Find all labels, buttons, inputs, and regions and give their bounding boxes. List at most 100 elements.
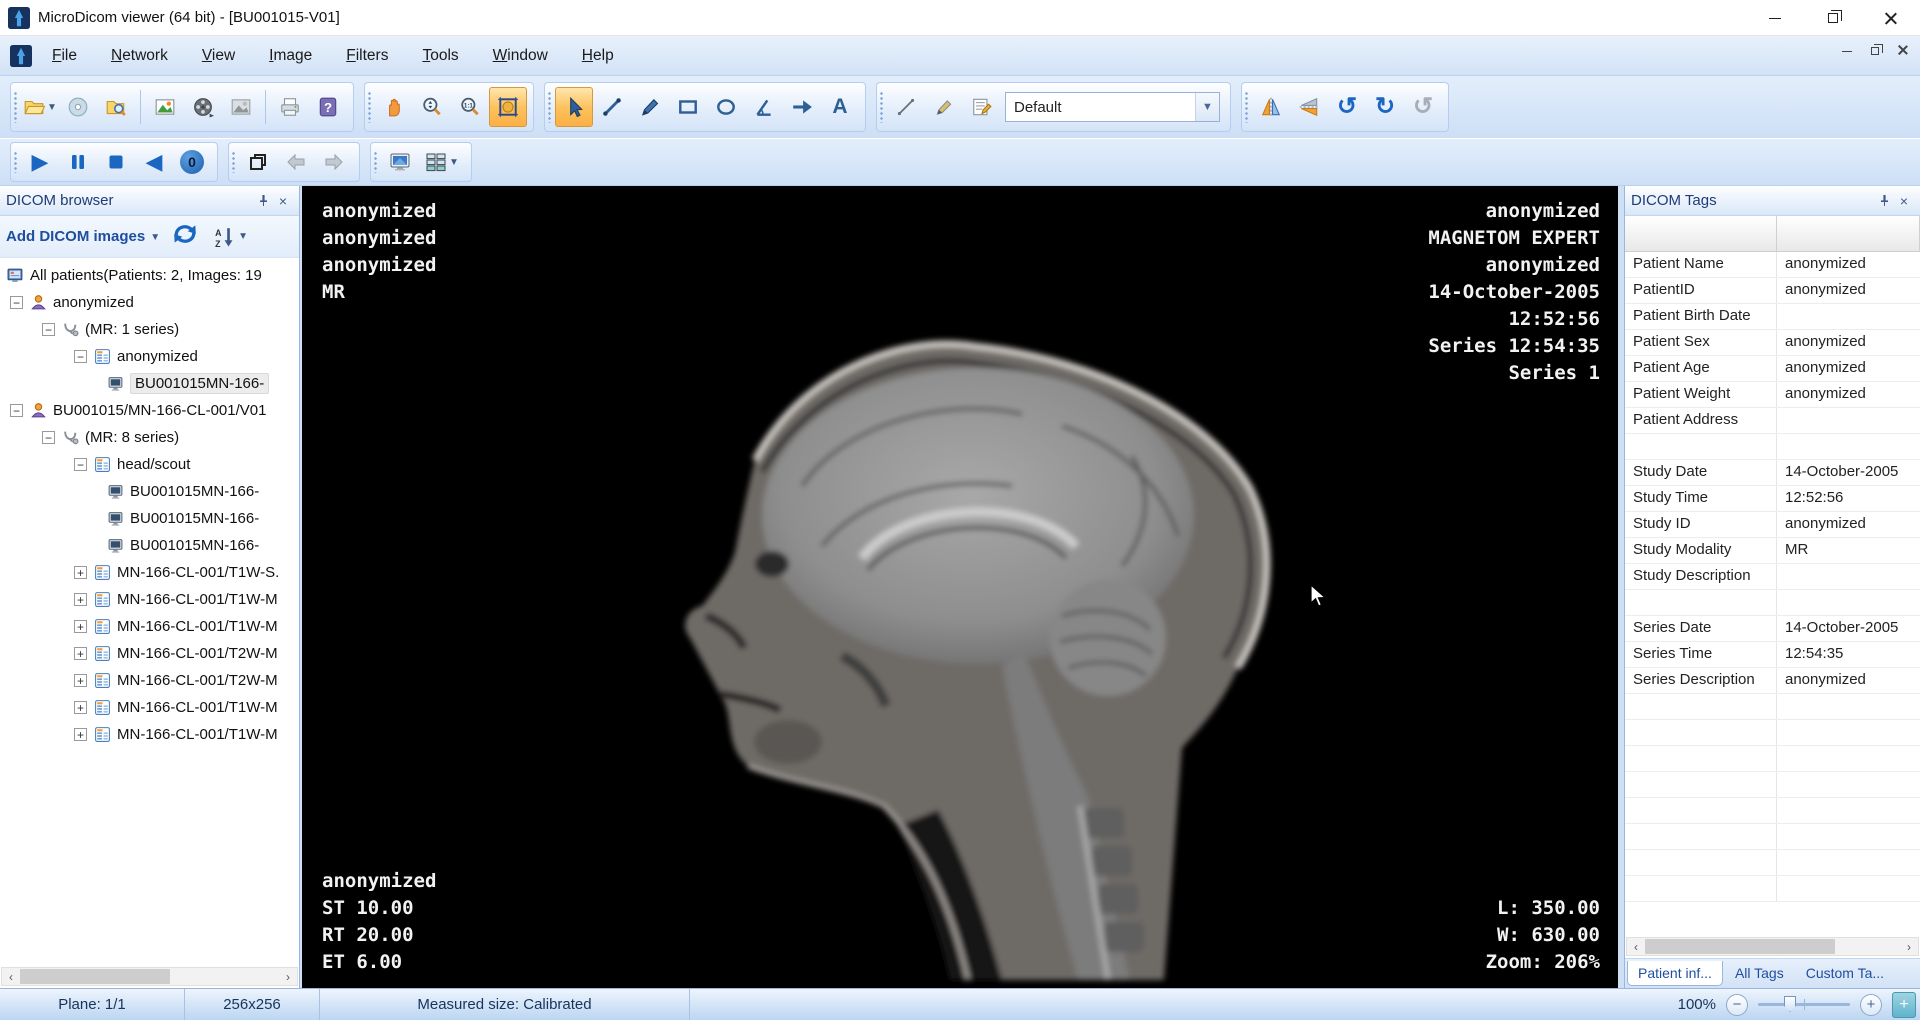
wl-preset-combobox[interactable]: Default ▼: [1005, 92, 1220, 122]
pin-button[interactable]: [1874, 191, 1894, 211]
tree-item-study[interactable]: (MR: 8 series): [0, 424, 299, 451]
tab-custom-tags[interactable]: Custom Ta...: [1796, 961, 1894, 985]
tree-item-series[interactable]: MN-166-CL-001/T2W-M: [0, 640, 299, 667]
tag-row[interactable]: Patient Birth Date: [1625, 304, 1920, 330]
scrollbar-thumb[interactable]: [20, 969, 170, 984]
collapse-icon[interactable]: [10, 296, 23, 309]
zoom-out-button[interactable]: −: [1726, 994, 1748, 1016]
tree-item-series[interactable]: anonymized: [0, 343, 299, 370]
pin-button[interactable]: [253, 191, 273, 211]
rotate-left-button[interactable]: ↺: [1328, 87, 1366, 127]
expand-icon[interactable]: [74, 647, 87, 660]
tag-row[interactable]: Patient Sexanonymized: [1625, 330, 1920, 356]
help-button[interactable]: ?: [309, 87, 347, 127]
menu-image[interactable]: Image: [255, 41, 326, 71]
tag-row[interactable]: Patient Weightanonymized: [1625, 382, 1920, 408]
copy-image-button[interactable]: [222, 87, 260, 127]
app-menu-icon[interactable]: [10, 45, 32, 67]
tag-name-column-header[interactable]: [1625, 216, 1777, 251]
arrow-tool-button[interactable]: [783, 87, 821, 127]
scrollbar-thumb[interactable]: [1645, 939, 1835, 954]
tag-row[interactable]: Study Date14-October-2005: [1625, 460, 1920, 486]
print-button[interactable]: [271, 87, 309, 127]
tag-value-column-header[interactable]: [1777, 216, 1920, 251]
back-button[interactable]: [277, 145, 315, 179]
flip-horizontal-button[interactable]: [1252, 87, 1290, 127]
scan-folder-button[interactable]: [97, 87, 135, 127]
pan-hand-button[interactable]: [375, 87, 413, 127]
combobox-dropdown-button[interactable]: ▼: [1195, 93, 1219, 121]
tree-item-image-selected[interactable]: BU001015MN-166-: [0, 370, 299, 397]
scroll-right-icon[interactable]: ›: [279, 968, 297, 985]
expand-icon[interactable]: [74, 620, 87, 633]
add-dicom-images-button[interactable]: Add DICOM images: [6, 228, 145, 245]
tree-item-study[interactable]: (MR: 1 series): [0, 316, 299, 343]
frame-counter-button[interactable]: 0: [173, 145, 211, 179]
sort-button[interactable]: AZ ▼: [214, 226, 248, 248]
tag-row[interactable]: Patient Address: [1625, 408, 1920, 434]
zoom-in-button[interactable]: +: [1860, 994, 1882, 1016]
tree-item-series[interactable]: MN-166-CL-001/T2W-M: [0, 667, 299, 694]
menu-tools[interactable]: Tools: [408, 41, 472, 71]
tree-item-patient[interactable]: anonymized: [0, 289, 299, 316]
open-dicom-button[interactable]: ▼: [21, 87, 59, 127]
export-video-button[interactable]: [184, 87, 222, 127]
collapse-icon[interactable]: [10, 404, 23, 417]
window-level-line-button[interactable]: [887, 87, 925, 127]
expand-icon[interactable]: [74, 566, 87, 579]
collapse-icon[interactable]: [74, 350, 87, 363]
menu-network[interactable]: Network: [97, 41, 182, 71]
text-tool-button[interactable]: A: [821, 87, 859, 127]
tab-all-tags[interactable]: All Tags: [1725, 961, 1794, 985]
tree-item-series[interactable]: MN-166-CL-001/T1W-S.: [0, 559, 299, 586]
expand-icon[interactable]: [74, 593, 87, 606]
tag-row[interactable]: Patient Ageanonymized: [1625, 356, 1920, 382]
tag-row[interactable]: Series Time12:54:35: [1625, 642, 1920, 668]
tag-row[interactable]: Series Descriptionanonymized: [1625, 668, 1920, 694]
tab-patient-info[interactable]: Patient inf...: [1627, 961, 1723, 986]
open-cd-button[interactable]: [59, 87, 97, 127]
angle-tool-button[interactable]: [745, 87, 783, 127]
duplicate-window-button[interactable]: [239, 145, 277, 179]
full-screen-button[interactable]: [381, 145, 419, 179]
stop-button[interactable]: [97, 145, 135, 179]
close-panel-button[interactable]: ×: [1894, 191, 1914, 211]
close-button[interactable]: [1862, 0, 1920, 36]
tag-row[interactable]: Study Description: [1625, 564, 1920, 590]
export-image-button[interactable]: [146, 87, 184, 127]
menu-help[interactable]: Help: [568, 41, 628, 71]
zoom-slider[interactable]: [1758, 1003, 1850, 1006]
zoom-region-button[interactable]: [489, 87, 527, 127]
collapse-icon[interactable]: [42, 431, 55, 444]
tree-item-image[interactable]: BU001015MN-166-: [0, 505, 299, 532]
play-button[interactable]: ▶: [21, 145, 59, 179]
grid-layout-button[interactable]: ▼: [419, 145, 465, 179]
rotate-right-button[interactable]: ↻: [1366, 87, 1404, 127]
pause-button[interactable]: [59, 145, 97, 179]
child-close-button[interactable]: [1896, 44, 1910, 58]
collapse-icon[interactable]: [74, 458, 87, 471]
menu-file[interactable]: File: [38, 41, 91, 71]
zoom-tool-button[interactable]: [413, 87, 451, 127]
expand-icon[interactable]: [74, 701, 87, 714]
forward-button[interactable]: [315, 145, 353, 179]
tag-row[interactable]: Series Date14-October-2005: [1625, 616, 1920, 642]
restore-button[interactable]: [1804, 0, 1862, 36]
resize-grip-button[interactable]: +: [1892, 992, 1916, 1018]
rectangle-tool-button[interactable]: [669, 87, 707, 127]
zoom-1-1-button[interactable]: 1:1: [451, 87, 489, 127]
tags-horizontal-scrollbar[interactable]: ‹ ›: [1626, 937, 1919, 956]
browser-horizontal-scrollbar[interactable]: ‹ ›: [1, 967, 298, 986]
tag-row[interactable]: Study IDanonymized: [1625, 512, 1920, 538]
image-viewport[interactable]: anonymized anonymized anonymized MR anon…: [302, 186, 1618, 988]
expand-icon[interactable]: [74, 674, 87, 687]
tag-row[interactable]: Study ModalityMR: [1625, 538, 1920, 564]
scroll-left-icon[interactable]: ‹: [1627, 938, 1645, 955]
tag-row[interactable]: Study Time12:52:56: [1625, 486, 1920, 512]
close-panel-button[interactable]: ×: [273, 191, 293, 211]
flip-vertical-button[interactable]: [1290, 87, 1328, 127]
tree-item-patient[interactable]: BU001015/MN-166-CL-001/V01: [0, 397, 299, 424]
menu-window[interactable]: Window: [479, 41, 562, 71]
draw-pencil-button[interactable]: [631, 87, 669, 127]
collapse-icon[interactable]: [42, 323, 55, 336]
